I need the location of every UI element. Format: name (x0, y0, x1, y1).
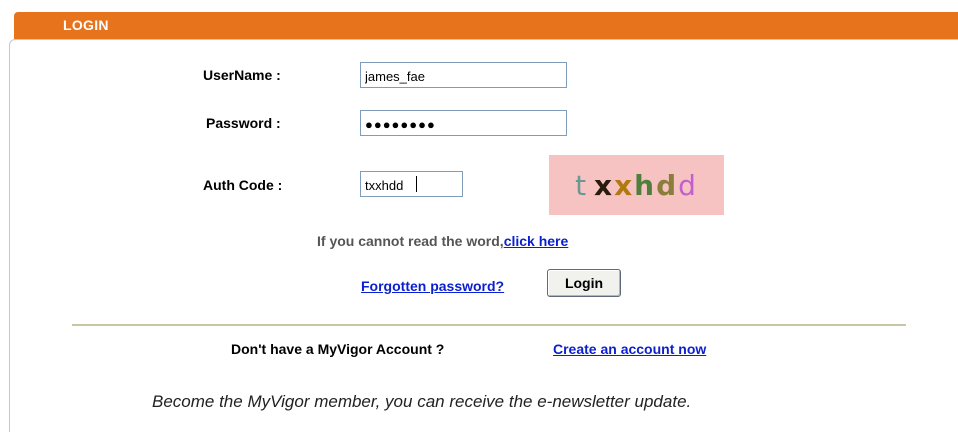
captcha-char: t (575, 168, 589, 202)
login-header-bar: LOGIN (14, 12, 958, 39)
password-label: Password : (206, 115, 281, 131)
newsletter-note: Become the MyVigor member, you can recei… (152, 392, 692, 411)
no-account-prompt: Don't have a MyVigor Account ? (231, 341, 445, 357)
captcha-hint-text: If you cannot read the word, (317, 233, 504, 249)
login-title: LOGIN (63, 17, 109, 33)
username-label: UserName : (203, 67, 281, 83)
captcha-char: h (634, 168, 657, 202)
create-account-link[interactable]: Create an account now (553, 341, 706, 357)
text-caret (416, 176, 417, 192)
forgot-password-link[interactable]: Forgotten password? (361, 278, 504, 294)
auth-code-label: Auth Code : (203, 177, 283, 193)
captcha-char: d (656, 168, 679, 202)
captcha-image: t x x h d d (549, 155, 724, 215)
login-button[interactable]: Login (547, 269, 621, 297)
captcha-hint: If you cannot read the word,click here (317, 233, 568, 249)
captcha-char: x (614, 168, 635, 202)
captcha-char: x (594, 168, 615, 202)
auth-code-input[interactable] (360, 171, 463, 197)
divider (72, 324, 906, 326)
password-input[interactable] (360, 110, 567, 136)
username-input[interactable] (360, 62, 567, 88)
captcha-char: d (678, 168, 698, 202)
refresh-captcha-link[interactable]: click here (504, 233, 569, 249)
